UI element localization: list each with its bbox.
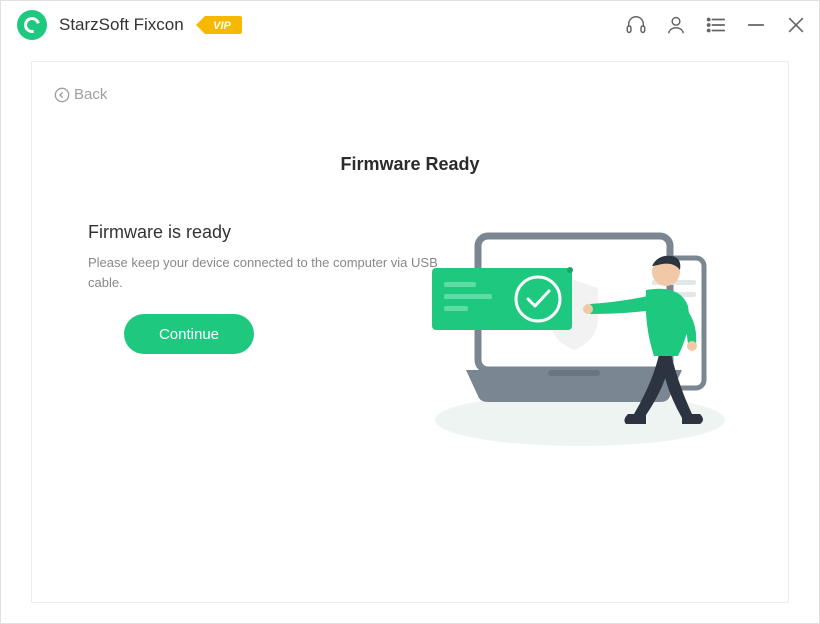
vip-badge: VIP — [194, 14, 244, 36]
status-heading: Firmware is ready — [88, 222, 448, 243]
titlebar-controls — [625, 14, 807, 36]
status-text-block: Firmware is ready Please keep your devic… — [88, 222, 448, 292]
close-icon[interactable] — [785, 14, 807, 36]
firmware-ready-illustration — [430, 210, 760, 450]
support-icon[interactable] — [625, 14, 647, 36]
menu-icon[interactable] — [705, 14, 727, 36]
app-window: StarzSoft Fixcon VIP — [0, 0, 820, 624]
continue-button[interactable]: Continue — [124, 314, 254, 354]
svg-text:VIP: VIP — [213, 20, 231, 32]
app-logo-icon — [17, 10, 47, 40]
back-label: Back — [74, 86, 107, 103]
page-title: Firmware Ready — [32, 154, 788, 175]
account-icon[interactable] — [665, 14, 687, 36]
chevron-left-icon — [54, 87, 70, 103]
content-card: Back Firmware Ready Firmware is ready Pl… — [31, 61, 789, 603]
titlebar: StarzSoft Fixcon VIP — [1, 1, 819, 49]
minimize-icon[interactable] — [745, 14, 767, 36]
status-description: Please keep your device connected to the… — [88, 253, 448, 292]
back-button[interactable]: Back — [54, 86, 107, 103]
app-title: StarzSoft Fixcon — [59, 15, 184, 35]
